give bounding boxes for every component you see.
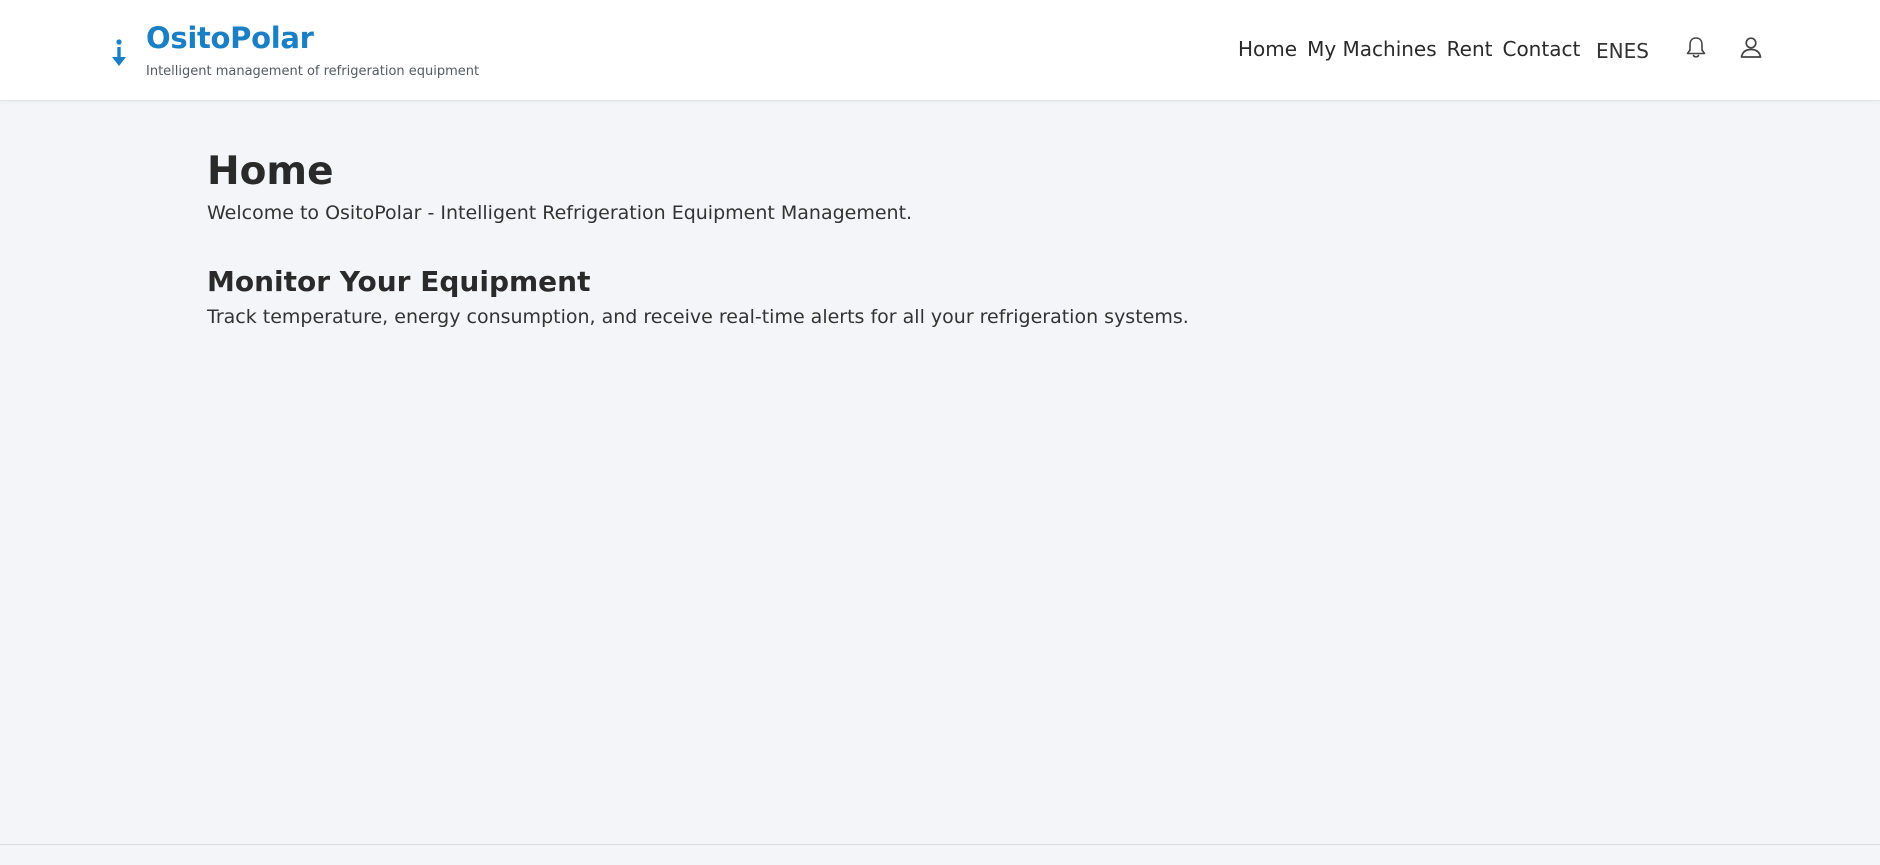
welcome-text: Welcome to OsitoPolar - Intelligent Refr… <box>207 202 913 224</box>
section-title: Monitor Your Equipment <box>207 265 591 298</box>
main-nav: Home My Machines Rent Contact <box>1238 36 1590 62</box>
brand-title[interactable]: OsitoPolar <box>146 20 479 56</box>
language-switcher[interactable]: ENES <box>1596 38 1649 64</box>
thermometer-down-arrow-icon <box>112 39 126 66</box>
bell-icon[interactable] <box>1682 34 1710 62</box>
brand-text: OsitoPolar Intelligent management of ref… <box>146 20 479 80</box>
footer-divider <box>0 844 1880 845</box>
brand-subtitle: Intelligent management of refrigeration … <box>146 64 480 79</box>
top-navigation-bar: OsitoPolar Intelligent management of ref… <box>0 0 1880 101</box>
nav-contact-link[interactable]: Contact <box>1502 36 1580 62</box>
user-icon[interactable] <box>1737 34 1765 62</box>
nav-home-link[interactable]: Home <box>1238 36 1297 62</box>
page-title: Home <box>207 149 334 194</box>
nav-my-machines-link[interactable]: My Machines <box>1307 36 1437 62</box>
nav-rent-link[interactable]: Rent <box>1447 36 1493 62</box>
brand[interactable]: OsitoPolar Intelligent management of ref… <box>108 20 479 80</box>
section-description: Track temperature, energy consumption, a… <box>207 306 1189 328</box>
main-content: Home Welcome to OsitoPolar - Intelligent… <box>207 146 1607 330</box>
